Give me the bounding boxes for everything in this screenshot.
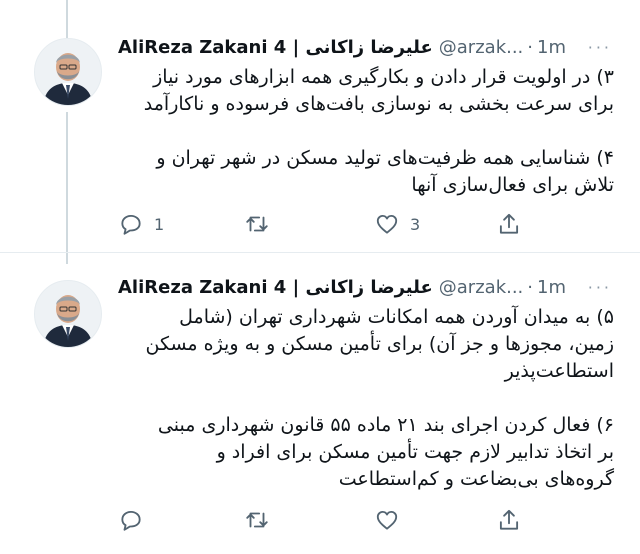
tweet-time[interactable]: 1m: [537, 277, 566, 298]
share-icon: [499, 213, 519, 234]
tweet-1[interactable]: AliReza Zakani 4 | علیرضا زاکانی @arzak.…: [0, 0, 640, 264]
reply-button[interactable]: 1: [118, 211, 164, 237]
avatar-portrait: [35, 281, 101, 347]
tweet-actions: 1 3: [118, 208, 538, 240]
more-icon[interactable]: ···: [588, 38, 620, 57]
avatar-portrait: [35, 39, 101, 105]
header-separator: ·: [527, 36, 534, 58]
reply-icon: [121, 214, 141, 235]
author-handle[interactable]: @arzak...: [439, 277, 524, 298]
tweet-header: AliReza Zakani 4 | علیرضا زاکانی @arzak.…: [118, 34, 620, 60]
reply-icon: [121, 510, 141, 531]
author-handle[interactable]: @arzak...: [439, 37, 524, 58]
reply-count: 1: [154, 214, 165, 234]
tweet-paragraph: ۶) فعال کردن اجرای بند ۲۱ ماده ۵۵ قانون …: [157, 414, 614, 490]
avatar[interactable]: [34, 280, 102, 348]
tweet-paragraph: ۴) شناسایی همه ظرفیت‌های تولید مسکن در ش…: [156, 147, 614, 196]
more-icon[interactable]: ···: [588, 278, 620, 297]
like-count: 3: [410, 214, 421, 234]
retweet-icon: [246, 216, 268, 232]
heart-icon: [376, 510, 398, 530]
tweet-2[interactable]: AliReza Zakani 4 | علیرضا زاکانی @arzak.…: [0, 264, 640, 554]
share-button[interactable]: [496, 507, 522, 533]
share-button[interactable]: [496, 211, 522, 237]
author-name[interactable]: AliReza Zakani 4 | علیرضا زاکانی: [118, 37, 433, 58]
tweet-divider: [0, 252, 640, 253]
tweet-paragraph: ۳) در اولویت قرار دادن و بکارگیری همه اب…: [143, 66, 614, 115]
avatar[interactable]: [34, 38, 102, 106]
header-separator: ·: [527, 276, 534, 298]
author-name[interactable]: AliReza Zakani 4 | علیرضا زاکانی: [118, 277, 433, 298]
tweet-actions: [118, 504, 538, 536]
like-button[interactable]: [374, 507, 410, 533]
like-button[interactable]: 3: [374, 211, 420, 237]
share-icon: [499, 509, 519, 530]
tweet-paragraph: ۵) به میدان آوردن همه امکانات شهرداری ته…: [145, 306, 615, 382]
retweet-icon: [246, 512, 268, 528]
tweet-text: ۳) در اولویت قرار دادن و بکارگیری همه اب…: [118, 64, 614, 199]
tweet-time[interactable]: 1m: [537, 37, 566, 58]
retweet-button[interactable]: [244, 507, 280, 533]
retweet-button[interactable]: [244, 211, 280, 237]
reply-button[interactable]: [118, 507, 154, 533]
tweet-header: AliReza Zakani 4 | علیرضا زاکانی @arzak.…: [118, 274, 620, 300]
tweet-text: ۵) به میدان آوردن همه امکانات شهرداری ته…: [118, 304, 615, 493]
heart-icon: [376, 214, 398, 234]
